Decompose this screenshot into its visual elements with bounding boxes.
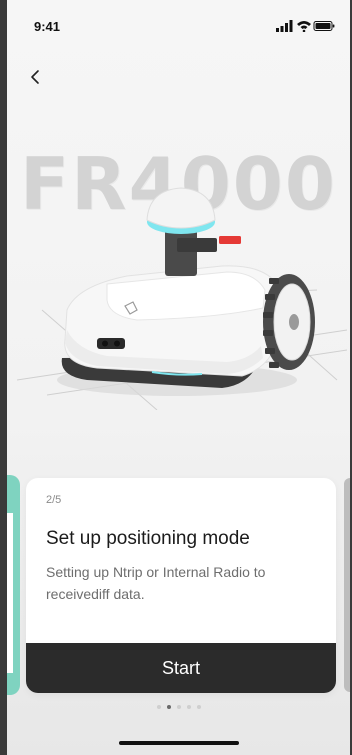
page-indicator (7, 705, 350, 711)
page-dot-3 (176, 705, 181, 709)
page-dot-4 (186, 705, 191, 709)
back-button[interactable] (21, 63, 49, 91)
page-dot-5 (196, 705, 201, 709)
chevron-left-icon (31, 70, 39, 84)
step-card: 2/5 Set up positioning mode Setting up N… (26, 478, 336, 693)
step-counter: 2/5 (46, 494, 62, 506)
page-dot-1 (156, 705, 161, 709)
status-time: 9:41 (34, 19, 61, 34)
wheel (263, 274, 315, 370)
next-card-peek[interactable] (344, 478, 350, 692)
status-icons (276, 20, 335, 32)
previous-card-peek[interactable] (7, 475, 20, 695)
robot-mower-image (17, 187, 347, 410)
product-hero: FR4000 (7, 120, 350, 410)
page-dot-2 (166, 705, 171, 709)
step-title: Set up positioning mode (46, 528, 250, 549)
status-bar: 9:41 (7, 0, 350, 48)
battery-icon (313, 21, 335, 31)
wifi-icon (297, 21, 311, 32)
start-button[interactable]: Start (26, 643, 336, 693)
signal-icon (276, 20, 293, 32)
step-description: Setting up Ntrip or Internal Radio to re… (46, 564, 266, 602)
device-frame-left (0, 0, 7, 755)
home-indicator[interactable] (119, 741, 239, 745)
screen: 9:41 FR4000 2/5 Set up positioning mode … (7, 0, 350, 755)
